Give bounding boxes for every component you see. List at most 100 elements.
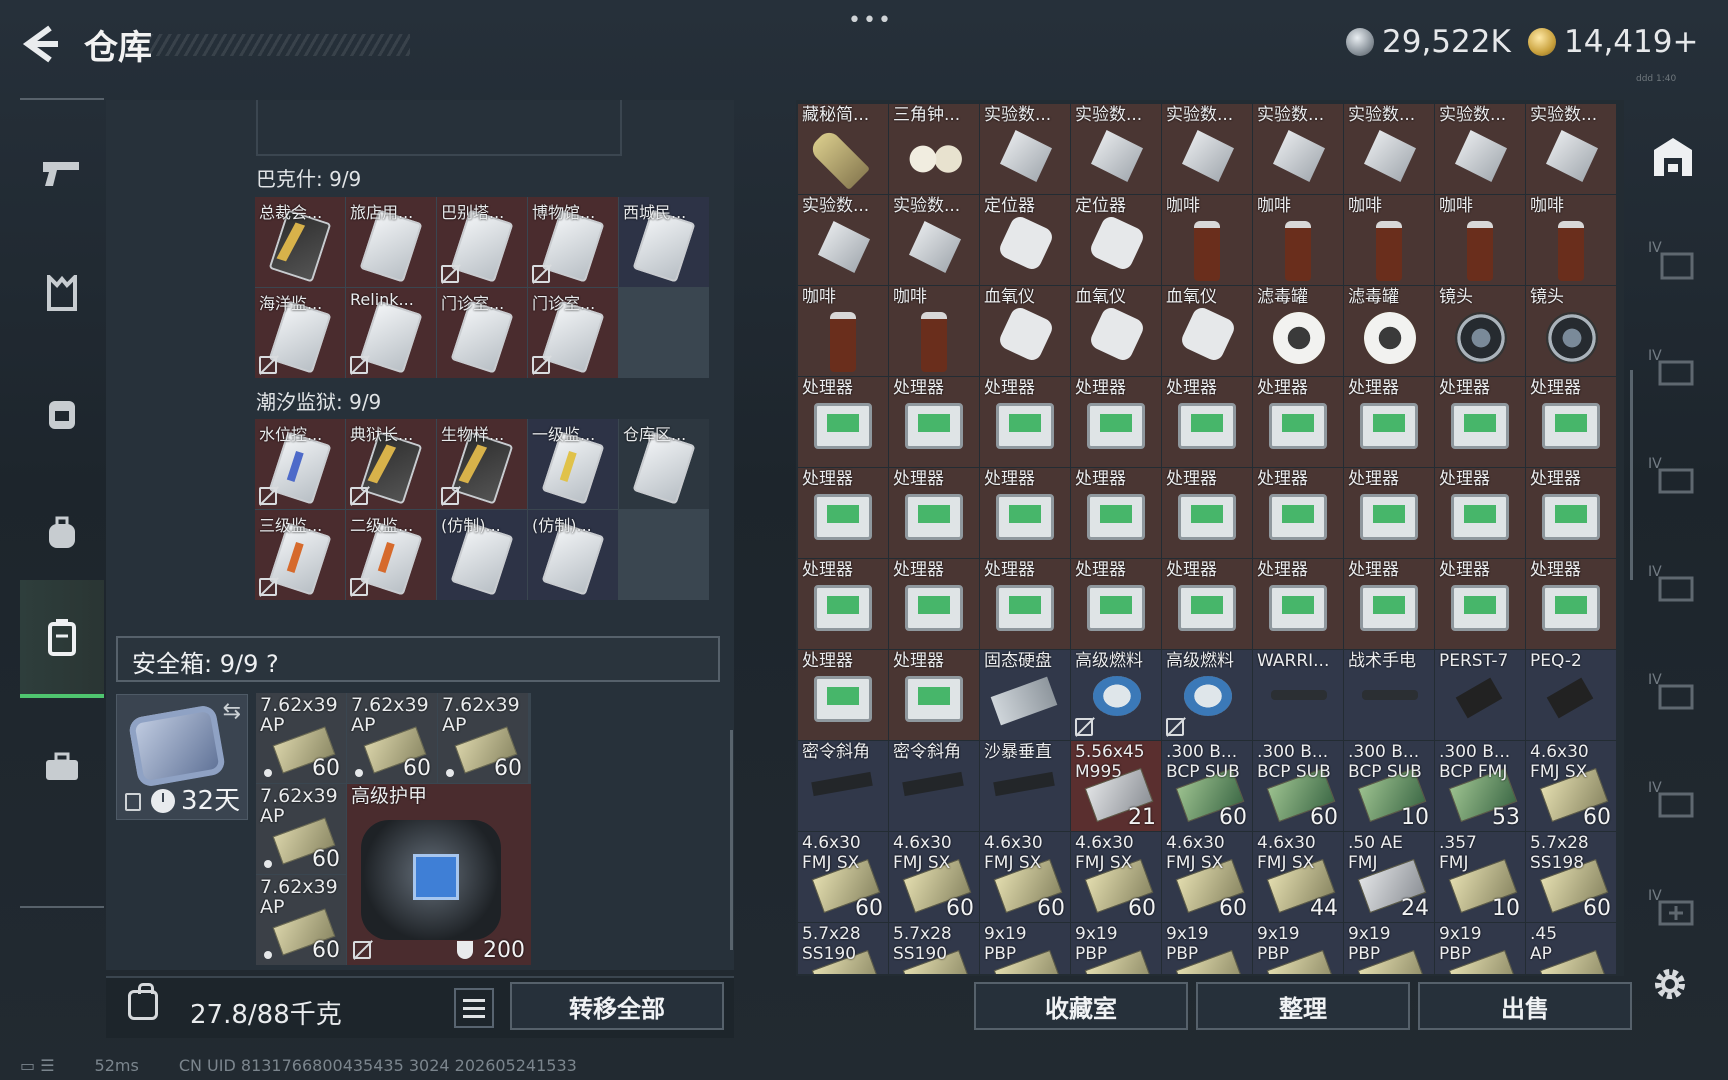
warehouse-item[interactable]: 5.7x28 SS190: [889, 923, 979, 974]
warehouse-item[interactable]: 镜头: [1526, 286, 1616, 376]
warehouse-item[interactable]: .45 AP: [1526, 923, 1616, 974]
warehouse-item[interactable]: 处理器: [798, 650, 888, 740]
warehouse-item[interactable]: 处理器: [1162, 559, 1252, 649]
section2-item[interactable]: 二级监...: [346, 510, 436, 600]
warehouse-item[interactable]: 处理器: [1526, 559, 1616, 649]
warehouse-item[interactable]: 处理器: [1344, 559, 1434, 649]
warehouse-item[interactable]: 9x19 PBP: [1253, 923, 1343, 974]
section1-item[interactable]: 海洋监...: [255, 288, 345, 378]
warehouse-item[interactable]: 血氧仪: [1162, 286, 1252, 376]
storage-tab-6[interactable]: IV: [1648, 780, 1698, 824]
warehouse-item[interactable]: 固态硬盘: [980, 650, 1070, 740]
warehouse-item[interactable]: 实验数...: [798, 195, 888, 285]
warehouse-item[interactable]: 定位器: [1071, 195, 1161, 285]
warehouse-item[interactable]: 战术手电: [1344, 650, 1434, 740]
collection-room-button[interactable]: 收藏室: [974, 982, 1188, 1030]
section2-item[interactable]: 典狱长...: [346, 419, 436, 509]
warehouse-item[interactable]: 9x19 PBP: [1071, 923, 1161, 974]
warehouse-item[interactable]: 实验数...: [1071, 104, 1161, 194]
section1-item[interactable]: 旅店用...: [346, 197, 436, 287]
section1-item[interactable]: 西城民...: [619, 197, 709, 287]
nav-weapons[interactable]: [20, 114, 104, 232]
warehouse-item[interactable]: 处理器: [1071, 377, 1161, 467]
transfer-all-button[interactable]: 转移全部: [510, 982, 724, 1030]
warehouse-item[interactable]: 处理器: [1435, 377, 1525, 467]
left-scrollbar[interactable]: [730, 730, 733, 950]
warehouse-item[interactable]: 处理器: [980, 559, 1070, 649]
warehouse-item[interactable]: 处理器: [798, 377, 888, 467]
warehouse-item[interactable]: 5.7x28 SS190: [798, 923, 888, 974]
warehouse-item[interactable]: 三角钟...: [889, 104, 979, 194]
storage-tab-1[interactable]: IV: [1648, 240, 1698, 284]
ammo-slot[interactable]: 7.62x39 AP 60: [256, 784, 346, 874]
warehouse-item[interactable]: PERST-7: [1435, 650, 1525, 740]
warehouse-item[interactable]: 4.6x30 FMJ SX 44: [1253, 832, 1343, 922]
warehouse-item[interactable]: 4.6x30 FMJ SX 60: [1071, 832, 1161, 922]
warehouse-item[interactable]: 滤毒罐: [1253, 286, 1343, 376]
storage-tab-3[interactable]: IV: [1648, 456, 1698, 500]
warehouse-item[interactable]: 处理器: [1162, 377, 1252, 467]
warehouse-item[interactable]: 处理器: [1435, 468, 1525, 558]
swap-icon[interactable]: ⇆: [223, 699, 241, 724]
list-icon[interactable]: [454, 988, 494, 1028]
warehouse-item[interactable]: 咖啡: [798, 286, 888, 376]
warehouse-item[interactable]: 处理器: [1071, 559, 1161, 649]
section1-item[interactable]: 巴别塔...: [437, 197, 527, 287]
warehouse-item[interactable]: 处理器: [1344, 468, 1434, 558]
warehouse-item[interactable]: 4.6x30 FMJ SX 60: [798, 832, 888, 922]
warehouse-item[interactable]: 处理器: [889, 650, 979, 740]
warehouse-item[interactable]: 实验数...: [1253, 104, 1343, 194]
storage-tab-4[interactable]: IV: [1648, 564, 1698, 608]
warehouse-item[interactable]: 处理器: [1253, 559, 1343, 649]
more-menu-icon[interactable]: •••: [848, 8, 893, 33]
nav-briefcase[interactable]: [20, 708, 104, 826]
nav-safebox[interactable]: [20, 580, 104, 698]
section1-item[interactable]: 门诊室...: [528, 288, 618, 378]
section2-item[interactable]: 仓库区...: [619, 419, 709, 509]
warehouse-item[interactable]: 咖啡: [1435, 195, 1525, 285]
warehouse-item[interactable]: 4.6x30 FMJ SX 60: [889, 832, 979, 922]
warehouse-tab-icon[interactable]: [1648, 136, 1698, 180]
section2-item[interactable]: 一级监...: [528, 419, 618, 509]
warehouse-item[interactable]: .300 B... BCP FMJ 53: [1435, 741, 1525, 831]
warehouse-item[interactable]: 咖啡: [1253, 195, 1343, 285]
warehouse-item[interactable]: 处理器: [889, 468, 979, 558]
warehouse-item[interactable]: .300 B... BCP SUB 60: [1253, 741, 1343, 831]
warehouse-item[interactable]: 处理器: [1344, 377, 1434, 467]
sort-button[interactable]: 整理: [1196, 982, 1410, 1030]
nav-armor[interactable]: [20, 234, 104, 352]
warehouse-item[interactable]: 沙暴垂直: [980, 741, 1070, 831]
ammo-slot[interactable]: 7.62x39 AP 60: [256, 875, 346, 965]
section1-item[interactable]: Relink...: [346, 288, 436, 378]
warehouse-item[interactable]: 高级燃料: [1162, 650, 1252, 740]
warehouse-item[interactable]: .50 AE FMJ 24: [1344, 832, 1434, 922]
warehouse-item[interactable]: 处理器: [1435, 559, 1525, 649]
warehouse-item[interactable]: 咖啡: [1344, 195, 1434, 285]
section2-item[interactable]: 三级监...: [255, 510, 345, 600]
armor-slot[interactable]: 高级护甲 200: [347, 784, 531, 965]
right-scrollbar[interactable]: [1630, 370, 1633, 580]
warehouse-item[interactable]: 处理器: [1253, 377, 1343, 467]
warehouse-item[interactable]: 密令斜角: [798, 741, 888, 831]
warehouse-item[interactable]: 处理器: [1526, 377, 1616, 467]
warehouse-item[interactable]: 处理器: [889, 559, 979, 649]
warehouse-item[interactable]: 处理器: [980, 377, 1070, 467]
warehouse-item[interactable]: 4.6x30 FMJ SX 60: [980, 832, 1070, 922]
warehouse-item[interactable]: 定位器: [980, 195, 1070, 285]
section2-item[interactable]: 生物样...: [437, 419, 527, 509]
ammo-slot[interactable]: 7.62x39 AP 60: [438, 693, 528, 783]
warehouse-item[interactable]: 4.6x30 FMJ SX 60: [1526, 741, 1616, 831]
warehouse-item[interactable]: 高级燃料: [1071, 650, 1161, 740]
warehouse-item[interactable]: WARRI...: [1253, 650, 1343, 740]
warehouse-item[interactable]: .300 B... BCP SUB 60: [1162, 741, 1252, 831]
warehouse-item[interactable]: 密令斜角: [889, 741, 979, 831]
help-icon[interactable]: ?: [266, 650, 279, 678]
warehouse-item[interactable]: 镜头: [1435, 286, 1525, 376]
warehouse-item[interactable]: 实验数...: [1162, 104, 1252, 194]
warehouse-item[interactable]: PEQ-2: [1526, 650, 1616, 740]
warehouse-item[interactable]: 处理器: [980, 468, 1070, 558]
warehouse-item[interactable]: .300 B... BCP SUB 10: [1344, 741, 1434, 831]
warehouse-item[interactable]: 实验数...: [1344, 104, 1434, 194]
section1-item[interactable]: 博物馆...: [528, 197, 618, 287]
ammo-slot[interactable]: 7.62x39 AP 60: [347, 693, 437, 783]
